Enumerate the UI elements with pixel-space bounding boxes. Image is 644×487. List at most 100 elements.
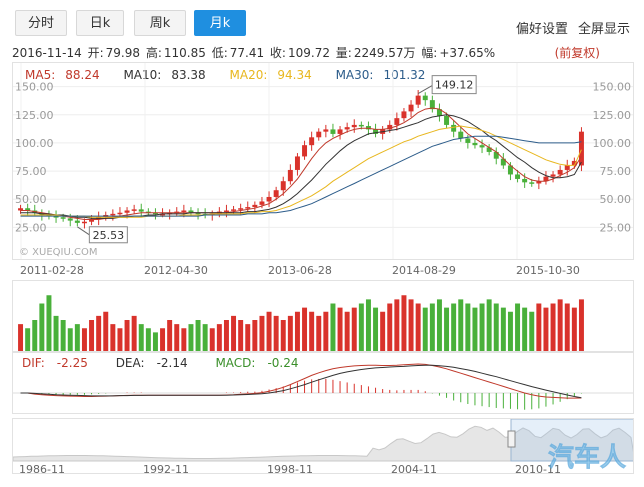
xueqiu-watermark: © XUEQIU.COM [19,247,97,258]
volume-bar [415,303,421,351]
volume-bar [351,307,357,351]
candle-body [74,220,80,223]
candle-body [309,137,315,146]
y-tick-right-label: 100.00 [593,137,632,150]
volume-bar [550,303,556,351]
volume-bar [522,307,528,351]
volume-bar [25,328,31,351]
y-tick-right-label: 75.00 [600,165,632,178]
tab-daily-k[interactable]: 日k [76,10,124,36]
info-high-label: 高: [145,46,162,60]
volume-bar [578,299,584,351]
volume-bar [152,332,158,351]
x-tick-label: 2011-02-28 [20,264,84,277]
volume-bar [238,320,244,351]
volume-bar [344,311,350,351]
candle-body [358,124,364,127]
logo-text: 汽车人 [548,442,626,473]
tab-weekly-k[interactable]: 周k [134,10,186,36]
tab-monthly-k[interactable]: 月k [194,10,246,36]
info-open-label: 开: [87,46,104,60]
volume-bar [287,315,293,351]
ma30-line [20,135,582,217]
candle-body [181,210,187,212]
candle-body [245,207,251,209]
volume-bar [131,315,137,351]
volume-bar [507,311,513,351]
volume-bar [358,303,364,351]
candle-body [117,212,123,215]
tab-intraday[interactable]: 分时 [15,10,67,36]
candle-body [223,210,229,212]
volume-bar [365,299,371,351]
candle-body [458,131,464,139]
candle-body [444,115,450,125]
info-date: 2016-11-14 [12,46,82,60]
volume-bar [138,324,144,351]
candle-body [287,169,293,182]
min-label: 25.53 [93,229,125,242]
volume-bar [81,328,87,351]
volume-bar [74,324,80,351]
candle-body [515,174,521,179]
candle-body [131,209,137,211]
volume-bar [323,311,329,351]
preferences-link[interactable]: 偏好设置 [516,18,568,37]
candle-body [294,156,300,170]
info-low: 77.41 [229,46,265,60]
x-tick-label: 2012-04-30 [144,264,208,277]
candle-body [110,213,116,216]
volume-bar [294,311,300,351]
volume-bar [330,303,336,351]
candle-body [529,182,535,184]
ma20-line [20,125,582,218]
volume-bar [245,324,251,351]
volume-bar [259,315,265,351]
volume-bar [195,320,201,351]
volume-bar [479,303,485,351]
volume-bar [373,307,379,351]
candle-body [337,129,343,134]
candle-body [60,217,66,219]
volume-bar [32,320,38,351]
info-change: +37.65% [439,46,496,60]
adjust-mode-label[interactable]: (前复权) [555,44,600,61]
volume-bar [252,320,258,351]
candle-body [330,129,336,134]
volume-bar [302,307,308,351]
fullscreen-link[interactable]: 全屏显示 [578,18,630,37]
candle-body [280,181,286,191]
volume-bar [493,303,499,351]
volume-bar [266,311,272,351]
volume-bar [202,324,208,351]
info-volume: 2249.57万 [353,46,416,60]
info-close: 109.72 [287,46,330,60]
volume-bar [394,299,400,351]
volume-bar [465,303,471,351]
macd-chart [12,352,634,414]
min-pointer [77,226,90,236]
volume-bar [429,303,435,351]
volume-chart [12,280,634,352]
volume-bar [557,299,563,351]
volume-bar [18,324,24,351]
info-high: 110.85 [163,46,206,60]
price-chart[interactable]: 150.00 150.00125.00 125.00100.00 100.0075.0… [12,62,634,260]
candle-body [578,131,584,166]
candle-body [394,118,400,125]
volume-bar [273,315,279,351]
info-open: 79.98 [105,46,140,60]
volume-bar [145,328,151,351]
max-label: 149.12 [435,79,474,92]
ma5-line [20,107,582,220]
volume-bar [309,311,315,351]
volume-bar [486,299,492,351]
candle-body [401,111,407,119]
volume-bar [39,303,45,351]
y-tick-right-label: 50.00 [600,193,632,206]
info-low-label: 低: [211,46,228,60]
volume-bar [458,299,464,351]
y-tick-left-label: 25.00 [15,221,47,234]
volume-bar [380,311,386,351]
candle-body [344,127,350,130]
